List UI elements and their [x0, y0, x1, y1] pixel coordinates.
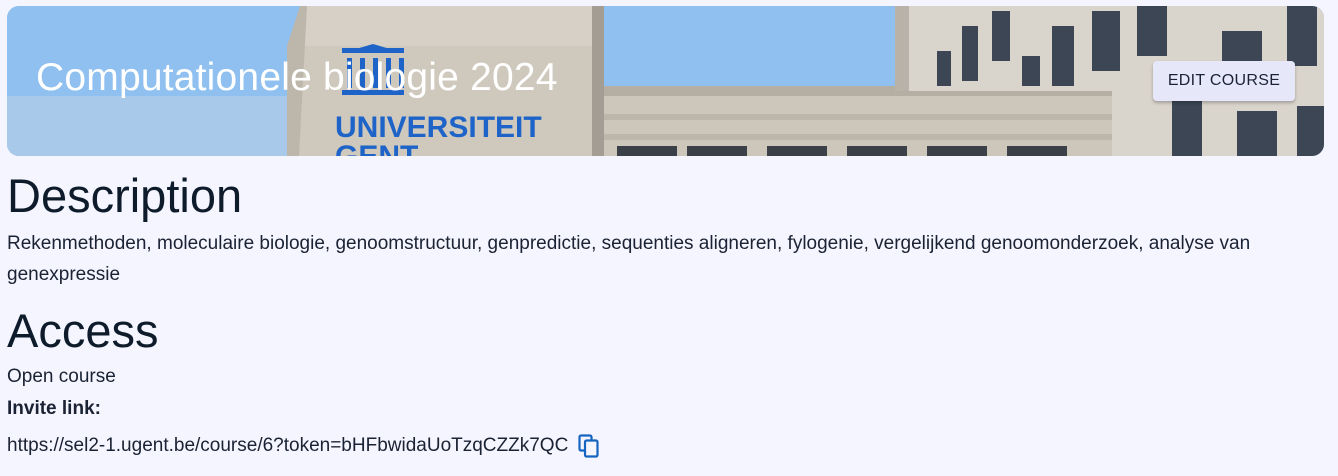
access-type: Open course — [7, 366, 116, 387]
description-text: Rekenmethoden, moleculaire biologie, gen… — [7, 233, 1251, 285]
copy-icon[interactable] — [577, 433, 601, 459]
invite-link-row: https://sel2-1.ugent.be/course/6?token=b… — [7, 433, 601, 459]
description-heading: Description — [7, 169, 243, 222]
course-title: Computationele biologie 2024 — [36, 56, 558, 99]
invite-link-label: Invite link: — [7, 398, 101, 419]
access-heading: Access — [7, 304, 159, 357]
invite-link-url[interactable]: https://sel2-1.ugent.be/course/6?token=b… — [7, 435, 568, 457]
course-banner: UNIVERSITEIT GENT Computationele biologi… — [7, 6, 1324, 156]
banner-logo-line2: GENT — [335, 140, 418, 156]
edit-course-button[interactable]: EDIT COURSE — [1153, 61, 1295, 101]
